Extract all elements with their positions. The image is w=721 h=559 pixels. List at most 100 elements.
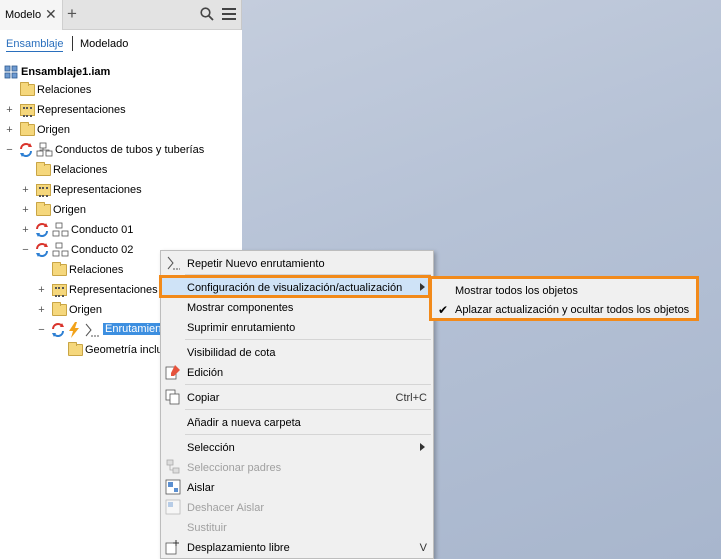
menu-separator — [185, 274, 431, 275]
edit-icon — [165, 365, 180, 380]
tree-item-label: Conducto 02 — [71, 244, 134, 256]
isolate-icon — [165, 479, 181, 495]
menu-item-suprimir[interactable]: Suprimir enrutamiento — [161, 317, 433, 337]
representations-icon — [52, 284, 67, 297]
menu-item-label: Configuración de visualización/actualiza… — [187, 282, 403, 294]
menu-item-seleccion[interactable]: Selección — [161, 437, 433, 457]
folder-icon — [20, 82, 35, 96]
folder-icon — [52, 302, 67, 316]
folder-icon — [36, 162, 51, 176]
tree-item-label: Relaciones — [69, 264, 124, 276]
tree-item-relaciones[interactable]: Relaciones — [0, 80, 240, 100]
search-icon[interactable] — [200, 7, 214, 21]
hamburger-menu-icon[interactable] — [222, 8, 236, 20]
shortcut-label: Ctrl+C — [395, 392, 427, 404]
tree-item-label: Conducto 01 — [71, 224, 134, 236]
tree-item-label: Origen — [69, 304, 103, 316]
tree-item-label: Geometría incluid — [85, 344, 172, 356]
menu-item-label: Aislar — [187, 482, 215, 494]
menu-separator — [185, 434, 431, 435]
tree-item-origen[interactable]: + Origen — [0, 120, 240, 140]
subtab-modelado[interactable]: Modelado — [80, 38, 128, 50]
menu-item-anadir-carpeta[interactable]: Añadir a nueva carpeta — [161, 412, 433, 432]
tree-item-relaciones[interactable]: Relaciones — [0, 160, 240, 180]
collapse-icon[interactable]: − — [5, 145, 14, 156]
context-menu: Repetir Nuevo enrutamiento Configuración… — [160, 250, 434, 559]
menu-item-label: Desplazamiento libre — [187, 542, 290, 554]
menu-item-label: Repetir Nuevo enrutamiento — [187, 258, 325, 270]
lightning-icon — [69, 322, 79, 338]
menu-item-repetir[interactable]: Repetir Nuevo enrutamiento — [161, 253, 433, 273]
tree-item-label-selected: Enrutamient — [103, 323, 167, 335]
shortcut-label: V — [419, 542, 427, 554]
undo-isolate-icon — [165, 499, 181, 515]
expand-icon[interactable]: + — [21, 185, 30, 196]
menu-item-sustituir: Sustituir — [161, 517, 433, 537]
checkmark-icon: ✔ — [438, 303, 449, 317]
tree-item-conductos[interactable]: − Conductos de tubos y tuberías — [0, 140, 240, 160]
expand-icon[interactable]: + — [37, 285, 46, 296]
tree-item-conducto-01[interactable]: + Conducto 01 — [0, 220, 240, 240]
menu-item-configuracion[interactable]: Configuración de visualización/actualiza… — [161, 277, 433, 297]
menu-item-desplazamiento[interactable]: Desplazamiento libre V — [161, 537, 433, 557]
collapse-icon[interactable]: − — [37, 325, 46, 336]
panel-tabbar: Modelo ✕ + — [0, 0, 241, 30]
tree-item-label: Relaciones — [53, 164, 108, 176]
tree-item-label: Representaciones — [37, 104, 126, 116]
tab-modelo[interactable]: Modelo ✕ — [0, 0, 63, 30]
collapse-icon[interactable]: − — [21, 245, 30, 256]
menu-item-copiar[interactable]: Copiar Ctrl+C — [161, 387, 433, 407]
tree-item-label: Relaciones — [37, 84, 92, 96]
expand-icon[interactable]: + — [21, 225, 30, 236]
tree-item-label: Origen — [53, 204, 87, 216]
expand-icon[interactable]: + — [5, 125, 14, 136]
tree-item-origen[interactable]: + Origen — [0, 200, 240, 220]
representations-icon — [20, 104, 35, 117]
menu-item-label: Sustituir — [187, 522, 227, 534]
menu-item-aislar[interactable]: Aislar — [161, 477, 433, 497]
submenu-item-aplazar[interactable]: ✔ Aplazar actualización y ocultar todos … — [432, 300, 696, 319]
subtab-ensamblaje[interactable]: Ensamblaje — [6, 38, 64, 52]
free-move-icon — [165, 540, 179, 555]
tree-item-representaciones[interactable]: + Representaciones — [0, 100, 240, 120]
tree-item-label: Representaciones — [69, 284, 158, 296]
menu-item-label: Seleccionar padres — [187, 462, 282, 474]
tree-root-label: Ensamblaje1.iam — [21, 66, 111, 78]
copy-icon — [165, 389, 180, 405]
tube-and-pipe-icon — [36, 142, 53, 157]
menu-item-seleccionar-padres: Seleccionar padres — [161, 457, 433, 477]
expand-icon[interactable]: + — [21, 205, 30, 216]
menu-item-edicion[interactable]: Edición — [161, 362, 433, 382]
submenu-arrow-icon — [420, 283, 425, 291]
close-icon[interactable]: ✕ — [45, 6, 57, 23]
expand-icon[interactable]: + — [5, 105, 14, 116]
menu-item-label: Visibilidad de cota — [187, 347, 276, 359]
tree-item-representaciones[interactable]: + Representaciones — [0, 180, 240, 200]
menu-item-label: Añadir a nueva carpeta — [187, 417, 301, 429]
tree-item-label: Origen — [37, 124, 71, 136]
tree-item-label: Conductos de tubos y tuberías — [55, 144, 205, 156]
submenu-item-label: Mostrar todos los objetos — [455, 285, 578, 297]
refresh-icon — [36, 223, 48, 237]
representations-icon — [36, 184, 51, 197]
refresh-icon — [52, 323, 64, 337]
menu-item-label: Mostrar componentes — [187, 302, 294, 314]
submenu-item-label: Aplazar actualización y ocultar todos lo… — [455, 304, 690, 316]
menu-separator — [185, 384, 431, 385]
menu-item-label: Suprimir enrutamiento — [187, 322, 296, 334]
browser-subtabs: Ensamblaje Modelado — [0, 30, 242, 60]
tree-item-root[interactable]: Ensamblaje1.iam — [0, 62, 240, 82]
menu-item-label: Deshacer Aislar — [187, 502, 265, 514]
add-tab-icon[interactable]: + — [67, 4, 77, 24]
menu-item-visibilidad[interactable]: Visibilidad de cota — [161, 342, 433, 362]
submenu-item-mostrar-todos[interactable]: Mostrar todos los objetos — [432, 281, 696, 300]
folder-icon — [20, 122, 35, 136]
menu-item-mostrar-componentes[interactable]: Mostrar componentes — [161, 297, 433, 317]
folder-icon — [52, 262, 67, 276]
tube-and-pipe-icon — [52, 222, 69, 237]
assembly-icon — [4, 65, 18, 79]
menu-separator — [185, 409, 431, 410]
refresh-icon — [36, 243, 48, 257]
menu-separator — [185, 339, 431, 340]
expand-icon[interactable]: + — [37, 305, 46, 316]
